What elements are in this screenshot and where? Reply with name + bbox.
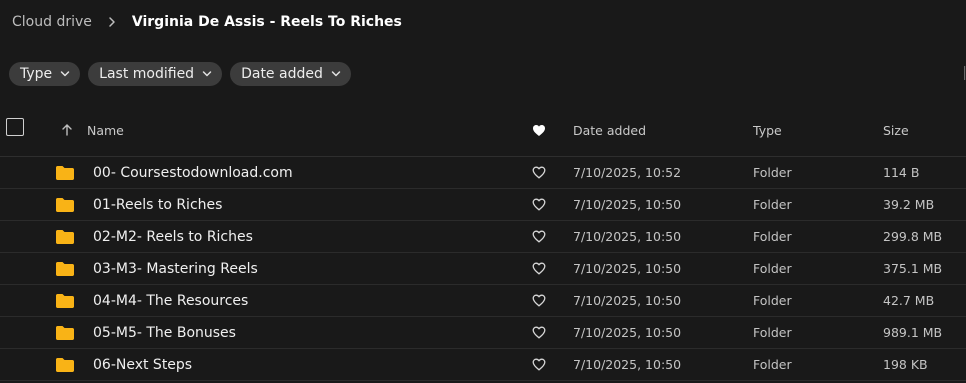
cloud-drive-page: Cloud drive Virginia De Assis - Reels To… [0,0,966,383]
chevron-right-icon [100,16,124,28]
table-body: 00- Coursestodownload.com 7/10/2025, 10:5… [0,157,966,381]
table-header: Name Date added Type Size [0,104,966,157]
column-header-size[interactable]: Size [883,104,909,156]
row-type: Folder [753,165,792,180]
folder-icon [55,317,75,348]
favourite-heart-icon[interactable] [532,349,546,380]
favourite-heart-icon[interactable] [532,157,546,188]
favourite-heart-icon[interactable] [532,221,546,252]
row-name[interactable]: 04-M4- The Resources [93,285,248,316]
table-row[interactable]: 05-M5- The Bonuses 7/10/2025, 10:50 Folder… [0,317,966,349]
row-date-added: 7/10/2025, 10:50 [573,325,682,340]
row-name[interactable]: 00- Coursestodownload.com [93,157,293,188]
row-name[interactable]: 03-M3- Mastering Reels [93,253,258,284]
row-size: 198 KB [883,357,928,372]
favourite-column-heart-icon[interactable] [532,104,546,156]
chevron-down-icon [60,71,70,77]
row-type: Folder [753,229,792,244]
table-row[interactable]: 03-M3- Mastering Reels 7/10/2025, 10:50 Fo… [0,253,966,285]
favourite-heart-icon[interactable] [532,253,546,284]
favourite-heart-icon[interactable] [532,189,546,220]
row-size: 114 B [883,165,920,180]
last-modified-filter-chip[interactable]: Last modified [88,62,223,86]
row-size: 989.1 MB [883,325,943,340]
column-header-name[interactable]: Name [87,104,124,156]
folder-icon [55,221,75,252]
folder-icon [55,285,75,316]
table-row[interactable]: 00- Coursestodownload.com 7/10/2025, 10:5… [0,157,966,189]
more-options-icon[interactable] [962,66,966,80]
row-type: Folder [753,357,792,372]
row-size: 42.7 MB [883,293,935,308]
type-filter-chip[interactable]: Type [9,62,81,86]
row-size: 299.8 MB [883,229,943,244]
row-size: 39.2 MB [883,197,935,212]
row-date-added: 7/10/2025, 10:50 [573,357,682,372]
table-row[interactable]: 06-Next Steps 7/10/2025, 10:50 Folder 198 K… [0,349,966,381]
row-name[interactable]: 05-M5- The Bonuses [93,317,236,348]
favourite-heart-icon[interactable] [532,285,546,316]
select-all-checkbox[interactable] [6,118,24,136]
column-header-date-added[interactable]: Date added [573,104,646,156]
row-type: Folder [753,293,792,308]
date-added-filter-label: Date added [241,66,323,82]
row-date-added: 7/10/2025, 10:50 [573,197,682,212]
column-header-type[interactable]: Type [753,104,782,156]
table-row[interactable]: 04-M4- The Resources 7/10/2025, 10:50 Fold… [0,285,966,317]
row-name[interactable]: 02-M2- Reels to Riches [93,221,253,252]
row-date-added: 7/10/2025, 10:52 [573,165,682,180]
filter-bar: Type Last modified Date added [9,62,351,86]
row-date-added: 7/10/2025, 10:50 [573,261,682,276]
favourite-heart-icon[interactable] [532,317,546,348]
file-table: Name Date added Type Size 00- Coursestod… [0,104,966,381]
folder-icon [55,253,75,284]
date-added-filter-chip[interactable]: Date added [230,62,351,86]
folder-icon [55,157,75,188]
row-size: 375.1 MB [883,261,943,276]
breadcrumb-root-link[interactable]: Cloud drive [12,14,92,30]
folder-icon [55,349,75,380]
breadcrumb-current: Virginia De Assis - Reels To Riches [131,14,402,30]
table-row[interactable]: 02-M2- Reels to Riches 7/10/2025, 10:50 Fo… [0,221,966,253]
row-type: Folder [753,325,792,340]
row-name[interactable]: 01-Reels to Riches [93,189,222,220]
last-modified-filter-label: Last modified [99,66,195,82]
table-row[interactable]: 01-Reels to Riches 7/10/2025, 10:50 Folder… [0,189,966,221]
row-type: Folder [753,261,792,276]
row-date-added: 7/10/2025, 10:50 [573,293,682,308]
row-date-added: 7/10/2025, 10:50 [573,229,682,244]
type-filter-label: Type [20,66,53,82]
sort-ascending-icon[interactable] [60,104,74,156]
folder-icon [55,189,75,220]
chevron-down-icon [331,71,341,77]
row-name[interactable]: 06-Next Steps [93,349,192,380]
breadcrumb: Cloud drive Virginia De Assis - Reels To… [12,12,402,32]
row-type: Folder [753,197,792,212]
chevron-down-icon [202,71,212,77]
